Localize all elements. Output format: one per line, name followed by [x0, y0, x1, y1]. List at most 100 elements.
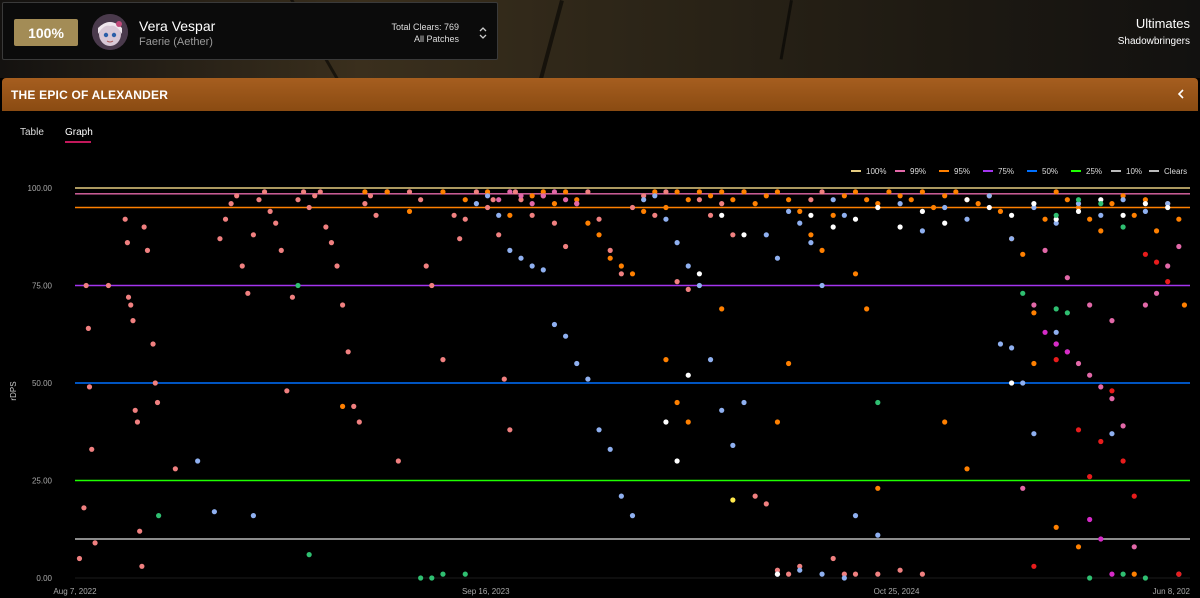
zone-expansion: Shadowbringers [1117, 36, 1190, 47]
data-point [919, 208, 926, 214]
data-point [652, 193, 658, 199]
data-point [719, 407, 725, 413]
data-point [1153, 228, 1160, 234]
data-point [719, 201, 725, 207]
data-point [763, 501, 769, 507]
data-point [585, 189, 591, 195]
data-point [529, 193, 535, 199]
data-point [663, 357, 669, 363]
data-point [841, 575, 847, 581]
data-point [707, 193, 714, 199]
legend-label: 95% [954, 167, 970, 176]
data-point [797, 567, 803, 573]
data-point [540, 267, 546, 273]
zone-category[interactable]: Ultimates [1118, 16, 1190, 31]
tab-graph[interactable]: Graph [65, 127, 93, 138]
data-point [551, 201, 558, 207]
data-point [919, 228, 926, 234]
data-point [563, 189, 569, 195]
data-point [540, 193, 546, 199]
data-point [440, 189, 446, 195]
data-point [1142, 251, 1148, 257]
data-point [607, 255, 613, 261]
data-point [473, 201, 479, 207]
data-point [1142, 208, 1148, 214]
data-point [429, 575, 435, 581]
data-point [719, 189, 725, 195]
data-point [942, 204, 948, 211]
data-point [674, 399, 680, 406]
data-point [808, 240, 814, 246]
data-point [278, 247, 284, 253]
data-point [312, 193, 318, 199]
data-point [774, 255, 781, 261]
data-point [1064, 310, 1070, 316]
data-point [306, 204, 312, 211]
legend-label: Clears [1164, 167, 1187, 176]
character-name[interactable]: Vera Vespar [139, 18, 215, 34]
data-point [774, 189, 781, 195]
percentile-badge: 100% [14, 19, 78, 46]
avatar[interactable] [92, 14, 128, 50]
data-point [1109, 318, 1115, 324]
data-point [1042, 247, 1048, 253]
data-point [512, 189, 519, 195]
data-point [134, 419, 141, 425]
data-point [1053, 306, 1059, 312]
legend-label: 10% [1126, 167, 1142, 176]
data-point [741, 399, 747, 406]
data-point [1031, 431, 1037, 437]
data-point [997, 341, 1004, 347]
data-point [250, 232, 256, 238]
data-point [457, 236, 463, 242]
data-point [124, 240, 131, 246]
x-tick-label: Oct 25, 2024 [874, 587, 920, 596]
data-point [1165, 263, 1171, 269]
data-point [384, 189, 390, 195]
data-point [730, 232, 736, 238]
data-point [919, 571, 926, 577]
data-point [830, 197, 836, 203]
data-point [507, 189, 513, 195]
data-point [942, 419, 948, 425]
data-point [406, 189, 413, 195]
data-point [1087, 302, 1093, 308]
data-point [105, 282, 112, 289]
data-point [496, 212, 502, 218]
data-point [1120, 197, 1126, 203]
data-point [1053, 189, 1059, 195]
data-point [484, 193, 491, 199]
data-point [964, 197, 970, 203]
data-point [551, 220, 558, 226]
data-point [685, 372, 691, 378]
data-point [763, 232, 769, 238]
data-point [144, 247, 151, 253]
data-point [317, 189, 323, 195]
data-point [1131, 493, 1137, 499]
tab-table[interactable]: Table [20, 127, 44, 138]
data-point [1176, 243, 1182, 250]
data-point [125, 294, 132, 300]
chevron-left-icon[interactable] [1174, 87, 1188, 101]
data-point [1020, 251, 1026, 257]
data-point [334, 263, 340, 269]
legend-label: 100% [866, 167, 886, 176]
data-point [864, 306, 870, 312]
data-point [1109, 388, 1115, 394]
data-point [830, 212, 836, 218]
data-point [250, 513, 256, 519]
data-point [774, 571, 781, 577]
chevron-up-down-icon[interactable] [477, 25, 489, 41]
data-point [1075, 544, 1082, 550]
data-point [852, 513, 859, 519]
data-point [674, 458, 680, 464]
data-point [423, 263, 429, 269]
data-point [345, 349, 351, 355]
data-point [986, 193, 992, 199]
data-point [964, 466, 970, 472]
patch-filter[interactable]: All Patches [391, 33, 459, 45]
data-point [300, 189, 307, 195]
data-point [440, 357, 446, 363]
data-point [267, 208, 273, 214]
data-point [663, 204, 669, 211]
